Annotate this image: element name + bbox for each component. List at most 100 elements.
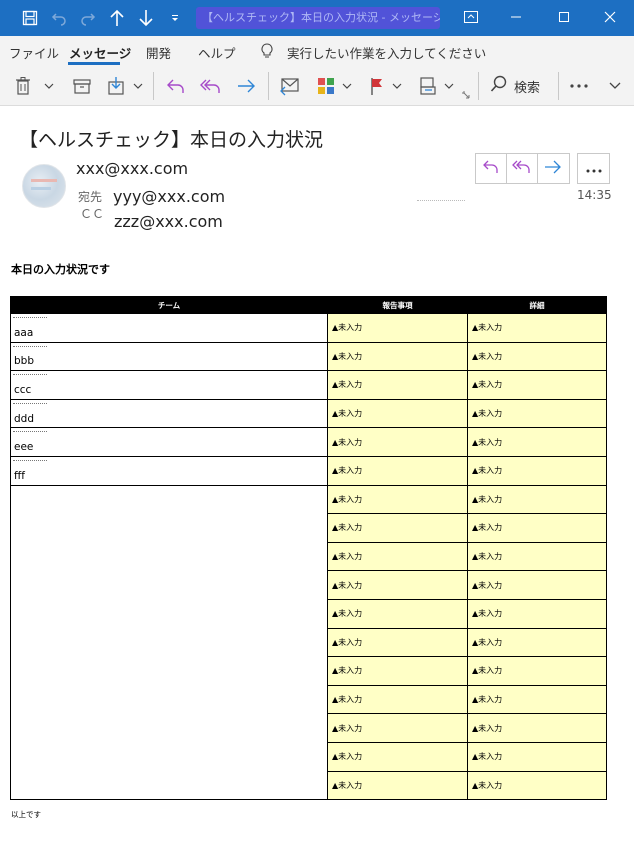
detail-cell: ▲未入力 (467, 713, 607, 743)
table-row: ccc ▲未入力 ▲未入力 (10, 370, 607, 400)
table-row: ▲未入力 ▲未入力 (10, 684, 607, 716)
table-row: ▲未入力 ▲未入力 (10, 713, 607, 745)
team-cell (10, 570, 328, 602)
avatar (22, 164, 66, 208)
status-table: チーム 報告事項 詳細 aaa ▲未入力 ▲未入力 bbb ▲未入力 ▲未入力 ccc ▲… (10, 296, 607, 801)
up-arrow-icon[interactable] (107, 8, 127, 28)
cell-marker (13, 345, 47, 350)
close-icon[interactable] (597, 5, 623, 29)
reply-all-button[interactable] (507, 154, 538, 183)
cell-marker (13, 431, 47, 435)
team-cell: eee (10, 427, 328, 457)
menu-help[interactable]: ヘルプ (198, 43, 236, 62)
down-arrow-icon[interactable] (136, 8, 156, 28)
ribbon-separator (478, 72, 479, 100)
customize-icon[interactable] (165, 8, 185, 28)
cell-marker (13, 374, 47, 378)
received-time: 14:35 (577, 188, 612, 202)
dialog-launcher-icon[interactable] (461, 90, 471, 100)
rules-dropdown-chevron-icon[interactable] (442, 74, 456, 98)
detail-cell: ▲未入力 (467, 484, 607, 515)
report-cell: ▲未入力 (327, 427, 468, 457)
collapse-ribbon-chevron-icon[interactable] (606, 74, 624, 98)
table-header-row: チーム 報告事項 詳細 (10, 296, 607, 314)
move-icon[interactable] (104, 74, 130, 98)
report-cell: ▲未入力 (327, 455, 468, 486)
flag-icon[interactable] (366, 74, 388, 98)
ribbon-display-icon[interactable] (458, 5, 484, 29)
menu-developer[interactable]: 開発 (146, 43, 171, 62)
cc-label: ＣＣ (80, 207, 105, 221)
reply-all-icon (512, 159, 532, 179)
team-name: eee (14, 441, 34, 454)
team-name: aaa (14, 326, 34, 339)
move-dropdown-chevron-icon[interactable] (132, 74, 144, 98)
archive-icon[interactable] (70, 74, 94, 98)
tell-me-box[interactable]: 実行したい作業を入力してください (287, 43, 486, 62)
table-row: eee ▲未入力 ▲未入力 (10, 427, 607, 457)
detail-cell: ▲未入力 (467, 541, 607, 572)
detail-cell: ▲未入力 (467, 427, 607, 457)
report-cell: ▲未入力 (327, 656, 468, 686)
active-tab-indicator (68, 62, 120, 65)
meeting-reply-icon[interactable] (278, 74, 302, 98)
table-row: ▲未入力 ▲未入力 (10, 484, 607, 516)
categorize-icon[interactable] (314, 74, 338, 98)
report-cell: ▲未入力 (327, 398, 468, 429)
delete-icon[interactable] (12, 74, 34, 98)
table-row: ▲未入力 ▲未入力 (10, 598, 607, 631)
sender-address[interactable]: xxx@xxx.com (76, 159, 188, 178)
flag-dropdown-chevron-icon[interactable] (390, 74, 404, 98)
cc-recipient[interactable]: zzz@xxx.com (114, 212, 223, 231)
report-cell: ▲未入力 (327, 341, 468, 372)
report-cell: ▲未入力 (327, 684, 468, 715)
reply-button[interactable] (476, 154, 507, 183)
detail-cell: ▲未入力 (467, 598, 607, 629)
detail-cell: ▲未入力 (467, 570, 607, 600)
table-row: aaa ▲未入力 ▲未入力 (10, 313, 607, 343)
team-cell (10, 771, 328, 801)
detail-cell: ▲未入力 (467, 770, 607, 801)
table-row: ▲未入力 ▲未入力 (10, 570, 607, 602)
to-recipient[interactable]: yyy@xxx.com (113, 187, 225, 206)
response-button-group (475, 153, 570, 184)
maximize-icon[interactable] (551, 5, 577, 29)
message-subject: 【ヘルスチェック】本日の入力状況 (19, 129, 324, 151)
detail-cell: ▲未入力 (467, 341, 607, 372)
menu-file[interactable]: ファイル (9, 43, 59, 62)
ribbon: 検索 (0, 66, 634, 106)
menu-message[interactable]: メッセージ (69, 43, 131, 62)
body-intro: 本日の入力状況です (11, 263, 110, 276)
forward-icon[interactable] (234, 74, 258, 98)
report-cell: ▲未入力 (327, 570, 468, 600)
team-name: ccc (14, 383, 32, 396)
team-cell (10, 713, 328, 745)
forward-button[interactable] (538, 154, 569, 183)
report-cell: ▲未入力 (327, 541, 468, 572)
report-cell: ▲未入力 (327, 713, 468, 743)
report-cell: ▲未入力 (327, 484, 468, 515)
undo-icon[interactable] (49, 8, 69, 28)
more-icon (585, 159, 603, 178)
ribbon-separator (153, 72, 154, 100)
table-row: ▲未入力 ▲未入力 (10, 541, 607, 573)
detail-cell: ▲未入力 (467, 741, 607, 772)
minimize-icon[interactable] (503, 5, 529, 29)
search-button[interactable]: 検索 (490, 74, 550, 98)
more-commands-icon[interactable] (566, 74, 592, 98)
reply-icon (482, 159, 500, 179)
redo-icon[interactable] (78, 8, 98, 28)
team-cell (10, 628, 328, 659)
reply-icon[interactable] (164, 74, 188, 98)
team-cell: fff (10, 455, 328, 486)
more-actions-button[interactable] (577, 153, 610, 184)
team-cell (10, 485, 328, 516)
delete-dropdown-chevron-icon[interactable] (42, 74, 56, 98)
table-row: ▲未入力 ▲未入力 (10, 656, 607, 688)
team-name: ddd (14, 412, 34, 425)
detail-cell: ▲未入力 (467, 313, 607, 343)
save-icon[interactable] (20, 8, 40, 28)
rules-icon[interactable] (416, 74, 440, 98)
reply-all-icon[interactable] (198, 74, 224, 98)
categorize-dropdown-chevron-icon[interactable] (340, 74, 354, 98)
